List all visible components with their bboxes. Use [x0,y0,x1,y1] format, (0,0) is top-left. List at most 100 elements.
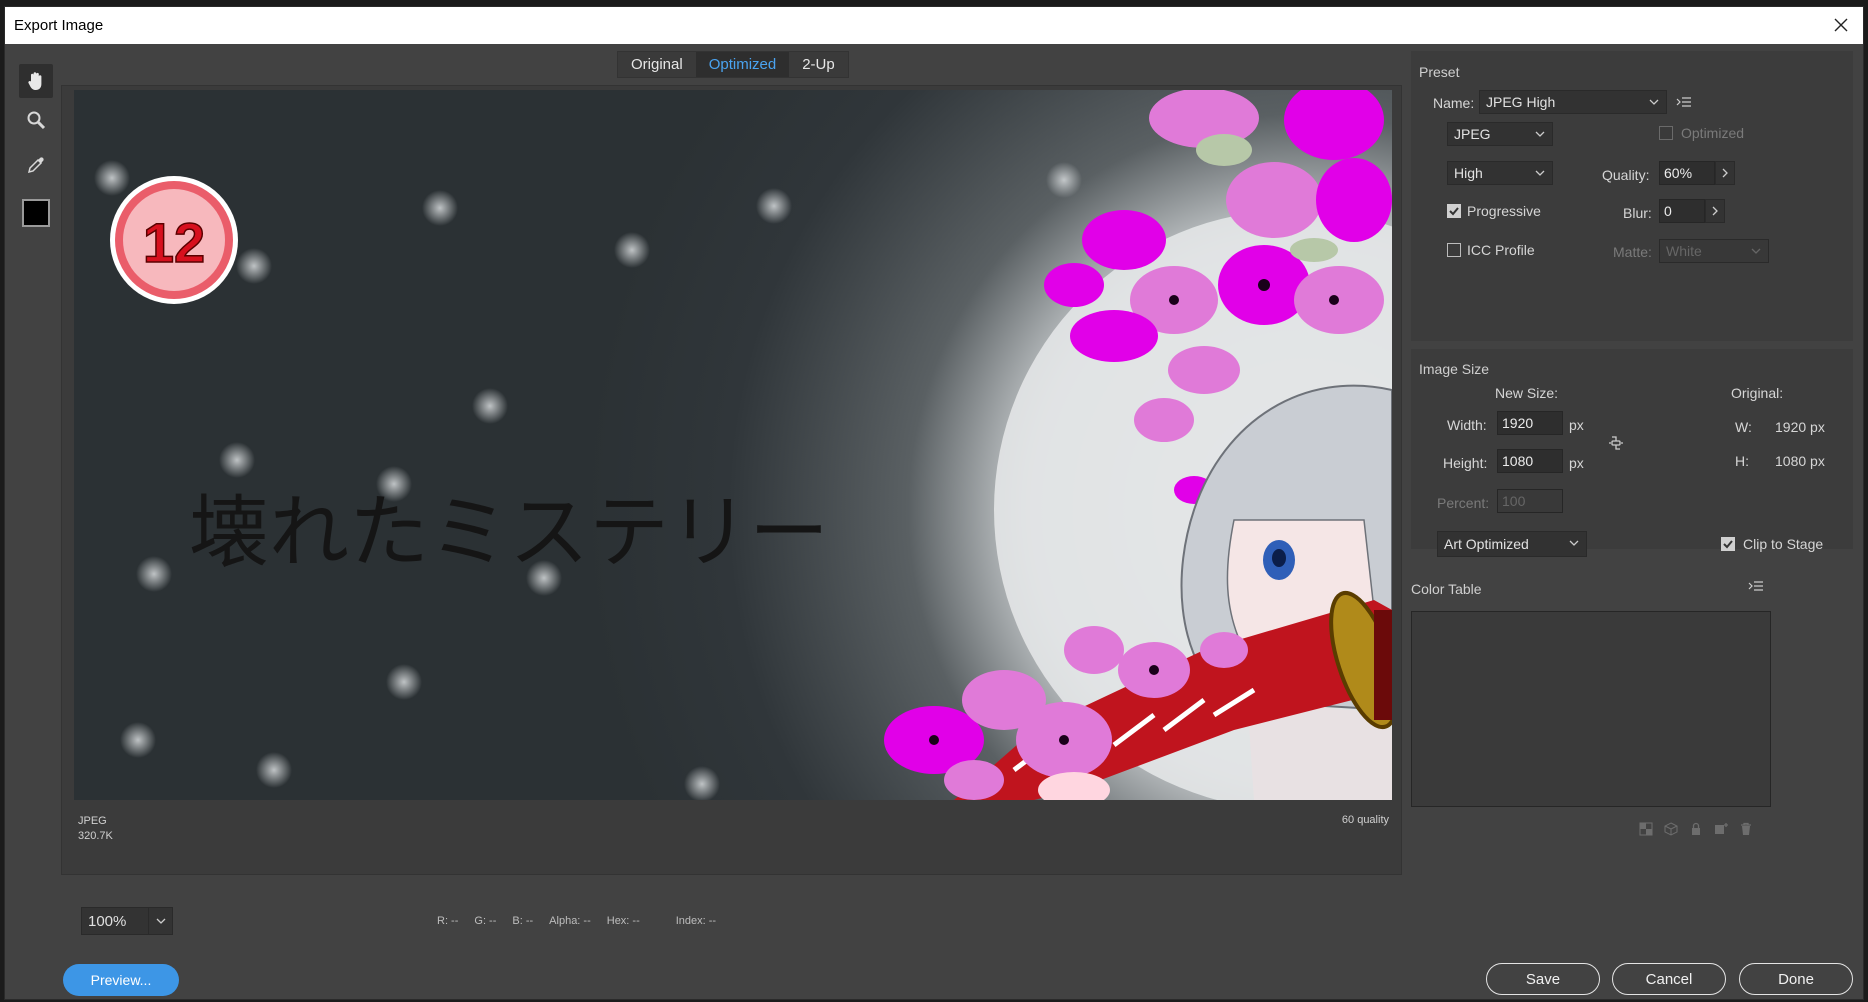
clip-to-stage-label: Clip to Stage [1743,536,1824,552]
original-label: Original: [1731,385,1784,401]
pixel-readouts: R: -- G: -- B: -- Alpha: -- Hex: -- Inde… [437,915,716,927]
format-label: JPEG [78,815,107,827]
zoom-value: 100% [88,912,127,930]
title-bar: Export Image [5,7,1863,44]
quality-field[interactable]: 60% [1659,161,1715,185]
height-label: Height: [1443,455,1488,471]
image-preview[interactable]: 12 壊れたミステリー [74,90,1392,800]
color-table-menu-icon[interactable] [1747,579,1765,593]
matte-select[interactable]: White [1659,239,1769,263]
eyedropper-icon [27,157,44,174]
format-value: JPEG [1454,126,1491,142]
preset-title: Preset [1419,64,1460,80]
width-field[interactable]: 1920 [1497,411,1563,435]
done-button[interactable]: Done [1739,963,1853,995]
badge-number: 12 [143,211,205,274]
icc-profile-label: ICC Profile [1467,242,1535,258]
width-unit: px [1569,417,1584,433]
close-icon [1834,18,1848,32]
percent-label: Percent: [1437,495,1490,511]
artwork-title-text: 壊れたミステリー [189,486,829,579]
lock-icon[interactable] [1689,822,1703,836]
readout-b: B: -- [512,915,534,927]
map-transparency-icon[interactable] [1639,822,1653,836]
checkmark-icon [1449,207,1459,216]
view-mode-tabs: Original Optimized 2-Up [617,51,849,78]
preset-name-label: Name: [1433,95,1475,111]
chevron-right-icon [1722,168,1728,178]
image-size-section: Image Size New Size: Original: Width: 19… [1411,349,1853,549]
orig-width-label: W: [1735,419,1752,435]
export-image-dialog: Export Image Original Optimized 2-Up 12 … [4,6,1864,1000]
quality-level-value: High [1454,165,1483,181]
trash-icon[interactable] [1739,822,1753,836]
width-label: Width: [1447,417,1487,433]
tab-2up[interactable]: 2-Up [789,52,848,77]
age-rating-badge: 12 [110,176,238,304]
tab-original[interactable]: Original [618,52,696,77]
preset-name-select[interactable]: JPEG High [1479,90,1667,114]
new-size-label: New Size: [1495,385,1559,401]
checkmark-icon [1723,540,1733,549]
new-color-icon[interactable] [1714,822,1728,836]
web-snap-icon[interactable] [1664,822,1678,836]
link-proportions-icon[interactable] [1606,433,1626,453]
quality-label: Quality: [1602,167,1650,183]
color-table-actions [1639,822,1753,836]
file-size-label: 320.7K [78,830,113,842]
readout-alpha: Alpha: -- [549,915,591,927]
orig-height-label: H: [1735,453,1749,469]
height-field[interactable]: 1080 [1497,449,1563,473]
orig-width-value: 1920 px [1775,419,1825,435]
preview-area: 12 壊れたミステリー JPEG 320.7K 60 quality [61,85,1402,875]
readout-g: G: -- [474,915,497,927]
readout-index: Index: -- [675,915,717,927]
eyedropper-tool[interactable] [19,148,53,182]
blur-label: Blur: [1623,205,1652,221]
close-button[interactable] [1827,11,1855,39]
readout-r: R: -- [437,915,459,927]
matte-value: White [1666,243,1702,259]
percent-field[interactable]: 100 [1497,489,1563,513]
orig-height-value: 1080 px [1775,453,1825,469]
chevron-down-icon [1569,540,1579,546]
readout-hex: Hex: -- [606,915,640,927]
progressive-checkbox[interactable] [1447,204,1461,218]
hand-icon [28,72,42,90]
progressive-label: Progressive [1467,203,1541,219]
save-button[interactable]: Save [1486,963,1600,995]
foreground-color-swatch[interactable] [22,199,50,227]
format-select[interactable]: JPEG [1447,122,1553,146]
cancel-button[interactable]: Cancel [1612,963,1726,995]
chevron-down-icon [1649,99,1659,105]
chevron-down-icon [148,908,172,934]
resample-select[interactable]: Art Optimized [1437,531,1587,557]
preview-button[interactable]: Preview... [63,964,179,996]
quality-stepper[interactable] [1715,161,1735,185]
height-unit: px [1569,455,1584,471]
optimized-label: Optimized [1681,125,1745,141]
chevron-down-icon [1535,131,1545,137]
tab-optimized[interactable]: Optimized [695,52,790,77]
chevron-down-icon [1751,248,1761,254]
color-table-grid[interactable] [1411,611,1771,807]
zoom-tool[interactable] [19,103,53,137]
optimized-checkbox[interactable] [1659,126,1673,140]
clip-to-stage-checkbox[interactable] [1721,537,1735,551]
preset-name-value: JPEG High [1486,94,1556,110]
magnifier-icon [27,111,46,130]
blur-stepper[interactable] [1705,199,1725,223]
format-info: JPEG 320.7K [78,814,113,844]
preset-menu-icon[interactable] [1675,95,1693,109]
matte-label: Matte: [1613,244,1652,260]
preset-section: Preset Name: JPEG High JPEG Optimized Hi… [1411,51,1853,341]
color-table-title: Color Table [1411,581,1482,597]
zoom-select[interactable]: 100% [81,907,173,935]
icc-profile-checkbox[interactable] [1447,243,1461,257]
quality-level-select[interactable]: High [1447,161,1553,185]
chevron-down-icon [1535,170,1545,176]
blur-field[interactable]: 0 [1659,199,1705,223]
hand-tool[interactable] [19,64,53,98]
resample-value: Art Optimized [1444,536,1529,552]
quality-info: 60 quality [1341,814,1389,826]
